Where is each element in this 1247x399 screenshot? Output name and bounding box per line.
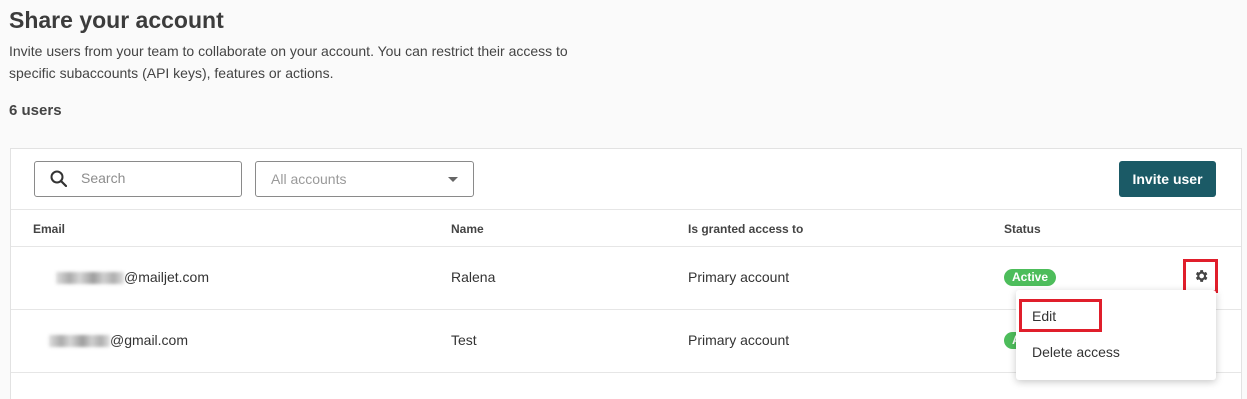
email-cell: @mailjet.com	[56, 269, 209, 285]
email-domain: @gmail.com	[110, 332, 189, 348]
search-icon	[50, 170, 67, 187]
search-input[interactable]	[81, 162, 231, 194]
column-header-status: Status	[1004, 222, 1041, 236]
status-badge: Active	[1004, 269, 1057, 286]
email-cell: @gmail.com	[49, 332, 188, 348]
row-action-menu: Edit Delete access	[1016, 290, 1216, 380]
menu-item-delete-access[interactable]: Delete access	[1032, 344, 1120, 360]
redacted-email-prefix	[49, 335, 110, 348]
redacted-email-prefix	[56, 272, 124, 285]
name-cell: Ralena	[451, 269, 496, 285]
invite-user-button[interactable]: Invite user	[1119, 161, 1216, 197]
name-cell: Test	[451, 332, 477, 348]
access-cell: Primary account	[688, 332, 790, 348]
chevron-down-icon	[448, 177, 458, 182]
search-field[interactable]	[34, 161, 242, 197]
page-description: Invite users from your team to collabora…	[9, 43, 568, 81]
column-header-email: Email	[33, 222, 66, 236]
column-header-access: Is granted access to	[688, 222, 804, 236]
menu-item-edit[interactable]: Edit	[1032, 308, 1056, 324]
divider	[11, 209, 1241, 210]
access-cell: Primary account	[688, 269, 790, 285]
divider	[11, 246, 1241, 247]
page-title: Share your account	[9, 7, 224, 33]
row-settings-button[interactable]	[1183, 259, 1218, 293]
user-count: 6 users	[9, 102, 62, 119]
column-header-name: Name	[451, 222, 484, 236]
account-filter-value: All accounts	[271, 171, 347, 187]
gear-icon	[1195, 270, 1208, 282]
account-filter-select[interactable]: All accounts	[255, 161, 474, 197]
email-domain: @mailjet.com	[124, 269, 210, 285]
